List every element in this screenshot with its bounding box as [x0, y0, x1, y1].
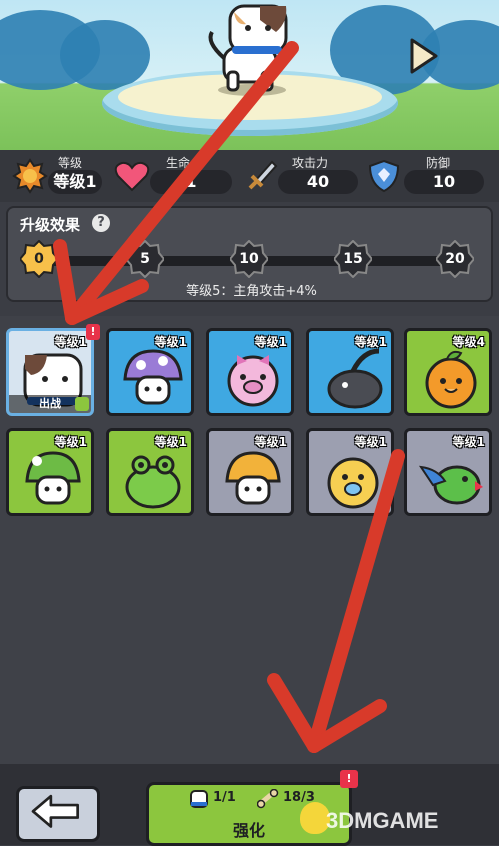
back-button[interactable] — [16, 786, 100, 842]
pet-level: 等级4 — [452, 335, 485, 349]
defense-value: 10 — [404, 170, 484, 194]
next-pet-arrow-icon[interactable] — [402, 36, 442, 76]
upgrade-effect-text: 等级5：主角攻击+4% — [186, 284, 317, 299]
pet-level: 等级1 — [54, 335, 87, 349]
life-value: 1 — [150, 170, 232, 194]
purple-mushroom-pet-icon — [123, 349, 183, 405]
pet-card-green-sprout[interactable]: 等级1 — [6, 428, 94, 516]
parrot-pet-icon — [418, 465, 483, 505]
pet-level: 等级1 — [154, 335, 187, 349]
pet-alert-badge: ! — [86, 324, 100, 340]
pet-card-parrot[interactable]: 等级1 — [404, 428, 492, 516]
upgrade-alert-badge: ! — [340, 770, 358, 788]
dog-pet-sprite — [208, 4, 288, 96]
yellow-mushroom-pet-icon — [225, 451, 281, 505]
level-value: 等级1 — [48, 170, 102, 194]
pet-level: 等级1 — [354, 335, 387, 349]
milestone-label: 0 — [34, 251, 44, 267]
pet-card-beetle[interactable]: 等级1 — [306, 328, 394, 416]
pet-card-dog[interactable]: 等级1 出战 — [6, 328, 94, 416]
green-sprout-pet-icon — [25, 451, 81, 505]
watermark-text: 3DMGAME — [326, 808, 439, 833]
attack-label: 攻击力 — [292, 156, 329, 170]
pet-token-icon — [190, 790, 208, 808]
sword-icon — [248, 160, 278, 190]
pet-card-pig[interactable]: 等级1 — [206, 328, 294, 416]
milestone-label: 15 — [343, 251, 363, 267]
frog-pet-icon — [125, 455, 181, 509]
help-icon[interactable]: ? — [92, 214, 110, 232]
upgrade-effect-panel: 升级效果 ? 0 5 10 15 20 等级5：主角攻击+4% — [6, 206, 493, 302]
pet-stage-scene — [0, 0, 499, 150]
heart-icon — [114, 161, 150, 192]
milestone-15: 15 — [332, 239, 374, 279]
panel-title: 升级效果 — [20, 216, 81, 234]
pet-level: 等级1 — [354, 435, 387, 449]
milestone-20: 20 — [434, 239, 476, 279]
pet-level: 等级1 — [54, 435, 87, 449]
chick-pet-icon — [327, 457, 379, 509]
pet-card-frog[interactable]: 等级1 — [106, 428, 194, 516]
pet-card-orange[interactable]: 等级4 — [404, 328, 492, 416]
attack-value: 40 — [278, 170, 358, 194]
level-badge-icon — [12, 158, 48, 194]
level-label: 等级 — [58, 156, 83, 170]
bone-icon — [257, 789, 279, 809]
checkmark-icon — [75, 397, 89, 411]
orange-pet-icon — [425, 350, 477, 409]
milestone-10: 10 — [228, 239, 270, 279]
milestone-label: 10 — [239, 251, 259, 267]
milestone-0: 0 — [18, 239, 60, 279]
pet-requirement: 1/1 — [213, 790, 236, 805]
pet-level: 等级1 — [254, 435, 287, 449]
back-arrow-icon — [31, 794, 79, 828]
pink-pig-pet-icon — [227, 355, 279, 407]
stats-bar: 等级 等级1 生命 1 攻击力 40 防御 10 — [0, 150, 499, 202]
life-label: 生命 — [166, 156, 191, 170]
pet-card-mushroom-purple[interactable]: 等级1 — [106, 328, 194, 416]
milestone-5: 5 — [124, 239, 166, 279]
milestone-label: 20 — [445, 251, 465, 267]
defense-label: 防御 — [426, 156, 451, 170]
pet-level: 等级1 — [154, 435, 187, 449]
beetle-pet-icon — [327, 348, 383, 409]
pet-level: 等级1 — [452, 435, 485, 449]
pet-card-yellow-mushroom[interactable]: 等级1 — [206, 428, 294, 516]
shield-icon — [368, 159, 400, 193]
pet-card-chick[interactable]: 等级1 — [306, 428, 394, 516]
milestone-label: 5 — [140, 251, 150, 267]
pet-level: 等级1 — [254, 335, 287, 349]
